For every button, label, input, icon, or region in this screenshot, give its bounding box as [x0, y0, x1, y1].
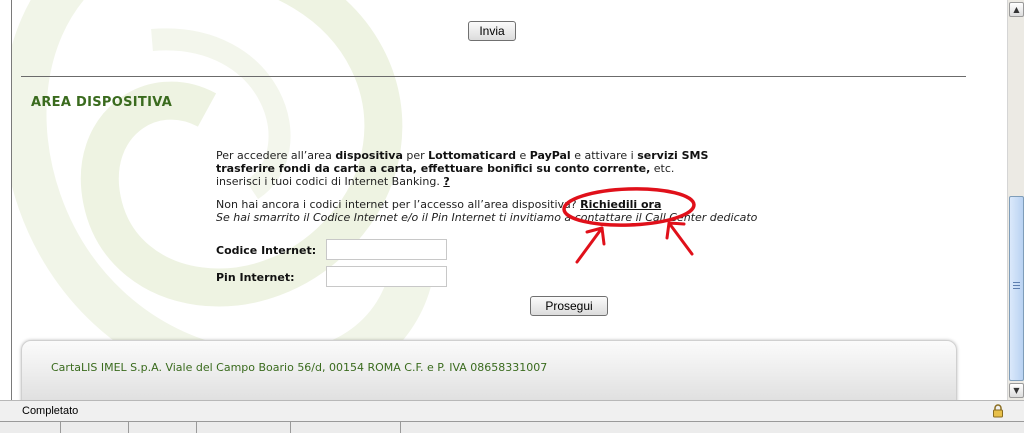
strip-divider	[128, 422, 129, 433]
intro-bold: PayPal	[529, 149, 571, 162]
intro-text: per	[402, 149, 429, 162]
request-codes-link[interactable]: Richiedili ora	[580, 198, 661, 211]
vertical-scrollbar[interactable]: ▲ ▼	[1007, 0, 1024, 400]
codice-internet-label: Codice Internet:	[216, 244, 317, 257]
intro-bold: Lottomaticard	[428, 149, 516, 162]
strip-divider	[290, 422, 291, 433]
intro-text: inserisci i tuoi codici di Internet Bank…	[216, 175, 444, 188]
intro-text: Per accedere all’area	[216, 149, 336, 162]
submit-button[interactable]: Invia	[468, 21, 516, 41]
pin-internet-field[interactable]	[326, 266, 447, 287]
strip-divider	[60, 422, 61, 433]
bottom-strip	[0, 421, 1024, 433]
section-divider	[21, 76, 966, 77]
annotation-arrow-left	[575, 226, 606, 264]
arrow-up-icon[interactable]: ▲	[1009, 2, 1024, 17]
intro-text: etc.	[650, 162, 675, 175]
help-link[interactable]: ?	[443, 175, 449, 188]
intro-bold: servizi SMS	[637, 149, 709, 162]
scrollbar-thumb[interactable]	[1009, 196, 1024, 381]
access-paragraph: Non hai ancora i codici internet per l’a…	[216, 198, 816, 224]
intro-text: e	[515, 149, 530, 162]
section-title: AREA DISPOSITIVA	[31, 95, 173, 110]
lost-codes-text: Se hai smarrito il Codice Internet e/o i…	[216, 211, 758, 224]
footer-company-info: CartaLIS IMEL S.p.A. Viale del Campo Boa…	[51, 361, 548, 374]
intro-bold: trasferire fondi da carta a carta, effet…	[216, 162, 651, 175]
thumb-grip	[1013, 282, 1020, 283]
browser-window: Invia AREA DISPOSITIVA Per accedere all’…	[0, 0, 1024, 433]
page-content: Invia AREA DISPOSITIVA Per accedere all’…	[12, 0, 1007, 400]
intro-bold: dispositiva	[335, 149, 403, 162]
continue-button[interactable]: Prosegui	[530, 296, 608, 316]
no-codes-text: Non hai ancora i codici internet per l’a…	[216, 198, 581, 211]
strip-divider	[196, 422, 197, 433]
intro-text: e attivare i	[570, 149, 638, 162]
thumb-grip	[1013, 288, 1020, 289]
codice-internet-field[interactable]	[326, 239, 447, 260]
intro-paragraph: Per accedere all’area dispositiva per Lo…	[216, 149, 776, 188]
arrow-down-icon[interactable]: ▼	[1009, 383, 1024, 398]
thumb-grip	[1013, 285, 1020, 286]
strip-divider	[400, 422, 401, 433]
lock-icon[interactable]	[991, 404, 1005, 418]
annotation-arrow-right	[665, 221, 694, 256]
pin-internet-label: Pin Internet:	[216, 271, 295, 284]
footer: CartaLIS IMEL S.p.A. Viale del Campo Boa…	[21, 340, 957, 400]
status-bar: Completato	[0, 400, 1024, 421]
status-text: Completato	[22, 405, 79, 417]
